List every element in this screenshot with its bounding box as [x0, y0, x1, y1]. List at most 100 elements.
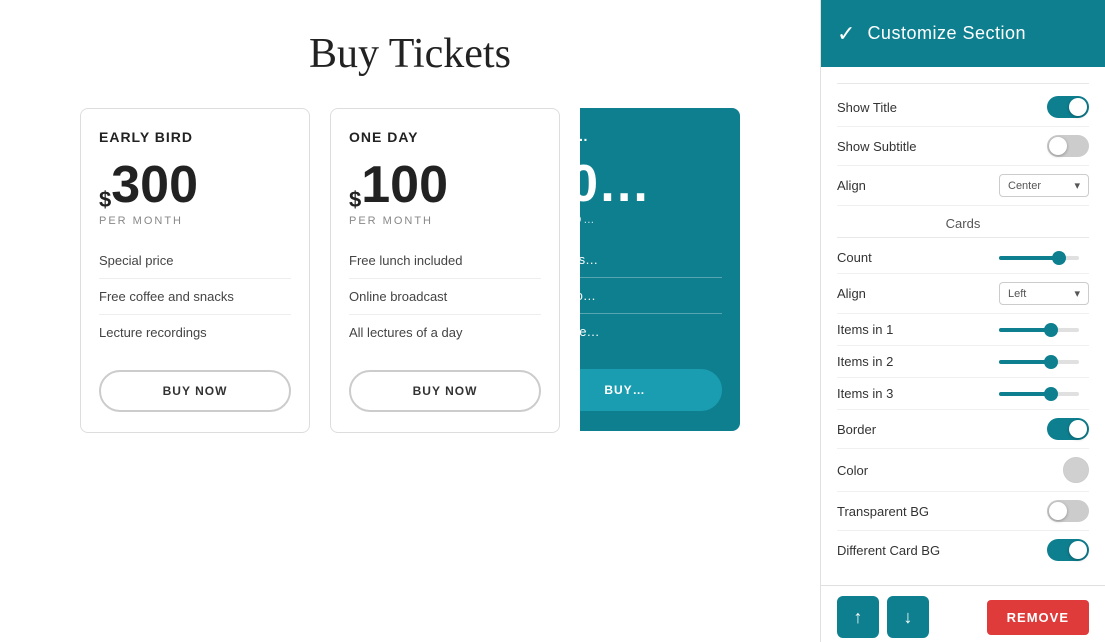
group-feature-1: 4 persons… — [580, 242, 722, 278]
align-row: Align Center ▾ — [837, 166, 1089, 206]
check-icon: ✓ — [837, 21, 855, 47]
transparent-bg-track[interactable] — [1047, 500, 1089, 522]
remove-button[interactable]: REMOVE — [987, 600, 1089, 635]
color-picker[interactable] — [1063, 457, 1089, 483]
group-price-row: $ 10… — [580, 158, 722, 210]
one-day-dollar: $ — [349, 189, 361, 211]
show-title-track[interactable] — [1047, 96, 1089, 118]
border-label: Border — [837, 422, 876, 437]
border-toggle[interactable] — [1047, 418, 1089, 440]
one-day-price: 100 — [361, 159, 448, 211]
group-buy-button[interactable]: BUY… — [580, 369, 722, 411]
show-title-toggle[interactable] — [1047, 96, 1089, 118]
items-in-2-slider[interactable] — [999, 360, 1089, 364]
show-title-thumb — [1069, 98, 1087, 116]
different-card-bg-row: Different Card BG — [837, 531, 1089, 569]
early-bird-feature-3: Lecture recordings — [99, 315, 291, 350]
count-label: Count — [837, 250, 872, 265]
one-day-period: PER MONTH — [349, 215, 541, 227]
align2-chevron-icon: ▾ — [1074, 287, 1080, 300]
show-title-label: Show Title — [837, 100, 897, 115]
group-price: 10… — [580, 158, 650, 210]
items-in-1-label: Items in 1 — [837, 322, 893, 337]
sidebar-body: Show Title Show Subtitle Align Center ▾ — [821, 67, 1105, 585]
align-label: Align — [837, 178, 866, 193]
count-slider-thumb — [1052, 251, 1066, 265]
early-bird-card: EARLY BIRD $ 300 PER MONTH Special price… — [80, 108, 310, 433]
group-feature-3: Lecture re… — [580, 314, 722, 349]
early-bird-buy-button[interactable]: BUY NOW — [99, 370, 291, 412]
show-subtitle-label: Show Subtitle — [837, 139, 917, 154]
align2-dropdown[interactable]: Left ▾ — [999, 282, 1089, 305]
group-feature-2: Big Disco… — [580, 278, 722, 314]
group-card-wrapper: GROU… $ 10… PER MO… 4 persons… Big Disco… — [580, 108, 740, 433]
page-title: Buy Tickets — [309, 30, 511, 78]
show-subtitle-thumb — [1049, 137, 1067, 155]
move-down-button[interactable]: ↓ — [887, 596, 929, 638]
border-thumb — [1069, 420, 1087, 438]
items-in-3-slider[interactable] — [999, 392, 1089, 396]
items-in-3-row: Items in 3 — [837, 378, 1089, 410]
sidebar-header: ✓ Customize Section — [821, 0, 1105, 67]
one-day-buy-button[interactable]: BUY NOW — [349, 370, 541, 412]
items-in-1-row: Items in 1 — [837, 314, 1089, 346]
arrow-buttons: ↑ ↓ — [837, 596, 929, 638]
cards-section-label: Cards — [837, 206, 1089, 238]
color-row: Color — [837, 449, 1089, 492]
items-in-1-track — [999, 328, 1079, 332]
count-row: Count — [837, 242, 1089, 274]
items-in-2-track — [999, 360, 1079, 364]
transparent-bg-thumb — [1049, 502, 1067, 520]
different-card-bg-track[interactable] — [1047, 539, 1089, 561]
items-in-3-track — [999, 392, 1079, 396]
group-title: GROU… — [580, 128, 722, 144]
different-card-bg-label: Different Card BG — [837, 543, 940, 558]
border-row: Border — [837, 410, 1089, 449]
transparent-bg-label: Transparent BG — [837, 504, 929, 519]
sidebar-footer: ↑ ↓ REMOVE — [821, 585, 1105, 642]
one-day-feature-3: All lectures of a day — [349, 315, 541, 350]
items-in-3-label: Items in 3 — [837, 386, 893, 401]
count-slider-fill — [999, 256, 1059, 260]
early-bird-price: 300 — [111, 159, 198, 211]
customize-sidebar: ✓ Customize Section Show Title Show Subt… — [820, 0, 1105, 642]
show-subtitle-row: Show Subtitle — [837, 127, 1089, 166]
one-day-title: ONE DAY — [349, 129, 541, 145]
items-in-1-thumb — [1044, 323, 1058, 337]
one-day-price-row: $ 100 — [349, 159, 541, 211]
one-day-feature-2: Online broadcast — [349, 279, 541, 315]
transparent-bg-row: Transparent BG — [837, 492, 1089, 531]
align2-label: Align — [837, 286, 866, 301]
align-chevron-icon: ▾ — [1074, 179, 1080, 192]
align2-value: Left — [1008, 288, 1026, 300]
count-slider-track — [999, 256, 1079, 260]
early-bird-feature-2: Free coffee and snacks — [99, 279, 291, 315]
items-in-1-slider[interactable] — [999, 328, 1089, 332]
show-title-row: Show Title — [837, 88, 1089, 127]
sidebar-title: Customize Section — [867, 23, 1026, 44]
cards-container: EARLY BIRD $ 300 PER MONTH Special price… — [20, 108, 800, 433]
early-bird-period: PER MONTH — [99, 215, 291, 227]
move-up-button[interactable]: ↑ — [837, 596, 879, 638]
align-dropdown[interactable]: Center ▾ — [999, 174, 1089, 197]
one-day-feature-1: Free lunch included — [349, 243, 541, 279]
early-bird-price-row: $ 300 — [99, 159, 291, 211]
color-label: Color — [837, 463, 868, 478]
transparent-bg-toggle[interactable] — [1047, 500, 1089, 522]
group-card: GROU… $ 10… PER MO… 4 persons… Big Disco… — [580, 108, 740, 431]
main-content: Buy Tickets EARLY BIRD $ 300 PER MONTH S… — [0, 0, 820, 642]
different-card-bg-toggle[interactable] — [1047, 539, 1089, 561]
different-card-bg-thumb — [1069, 541, 1087, 559]
items-in-2-thumb — [1044, 355, 1058, 369]
items-in-3-thumb — [1044, 387, 1058, 401]
count-slider[interactable] — [999, 256, 1089, 260]
show-subtitle-toggle[interactable] — [1047, 135, 1089, 157]
align-value: Center — [1008, 180, 1041, 192]
show-subtitle-track[interactable] — [1047, 135, 1089, 157]
items-in-2-label: Items in 2 — [837, 354, 893, 369]
one-day-card: ONE DAY $ 100 PER MONTH Free lunch inclu… — [330, 108, 560, 433]
border-track[interactable] — [1047, 418, 1089, 440]
early-bird-feature-1: Special price — [99, 243, 291, 279]
title-section-label — [837, 67, 1089, 84]
align2-row: Align Left ▾ — [837, 274, 1089, 314]
